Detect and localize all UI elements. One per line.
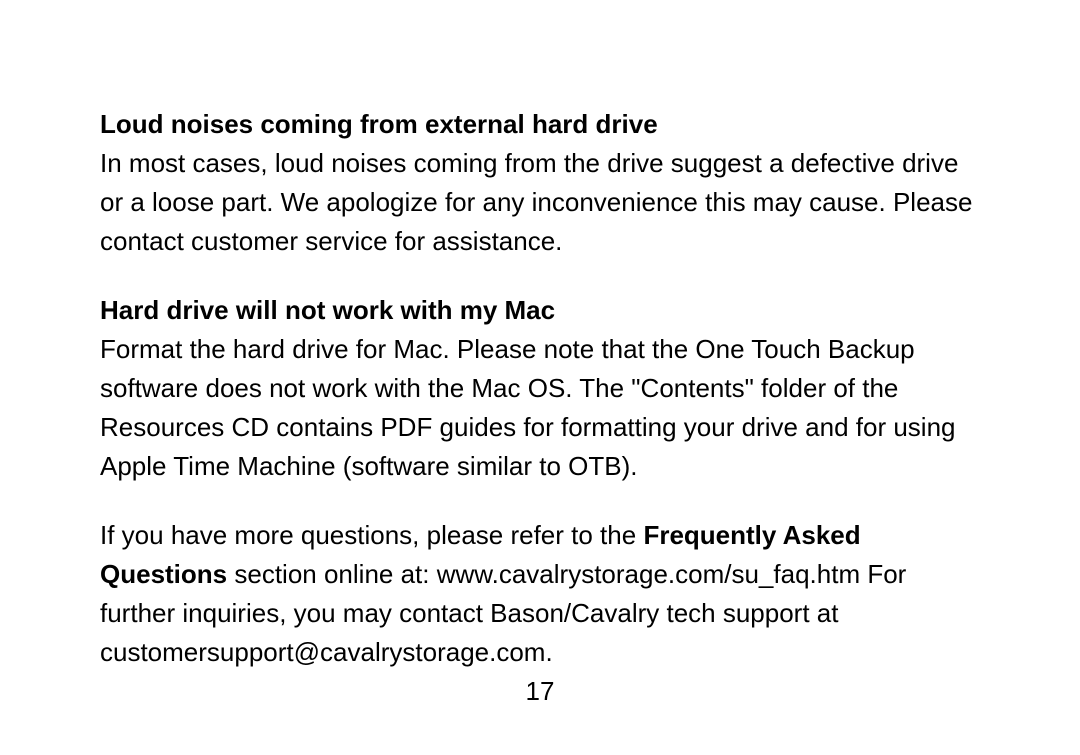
section-loud-noises: Loud noises coming from external hard dr… xyxy=(100,105,985,261)
section-heading: Loud noises coming from external hard dr… xyxy=(100,105,985,144)
footer-text-pre: If you have more questions, please refer… xyxy=(100,520,643,550)
page-number: 17 xyxy=(0,676,1080,707)
footer-paragraph: If you have more questions, please refer… xyxy=(100,516,985,672)
document-page: Loud noises coming from external hard dr… xyxy=(0,0,1080,755)
section-heading: Hard drive will not work with my Mac xyxy=(100,291,985,330)
section-mac: Hard drive will not work with my Mac For… xyxy=(100,291,985,486)
section-body: Format the hard drive for Mac. Please no… xyxy=(100,330,985,486)
section-body: In most cases, loud noises coming from t… xyxy=(100,144,985,261)
